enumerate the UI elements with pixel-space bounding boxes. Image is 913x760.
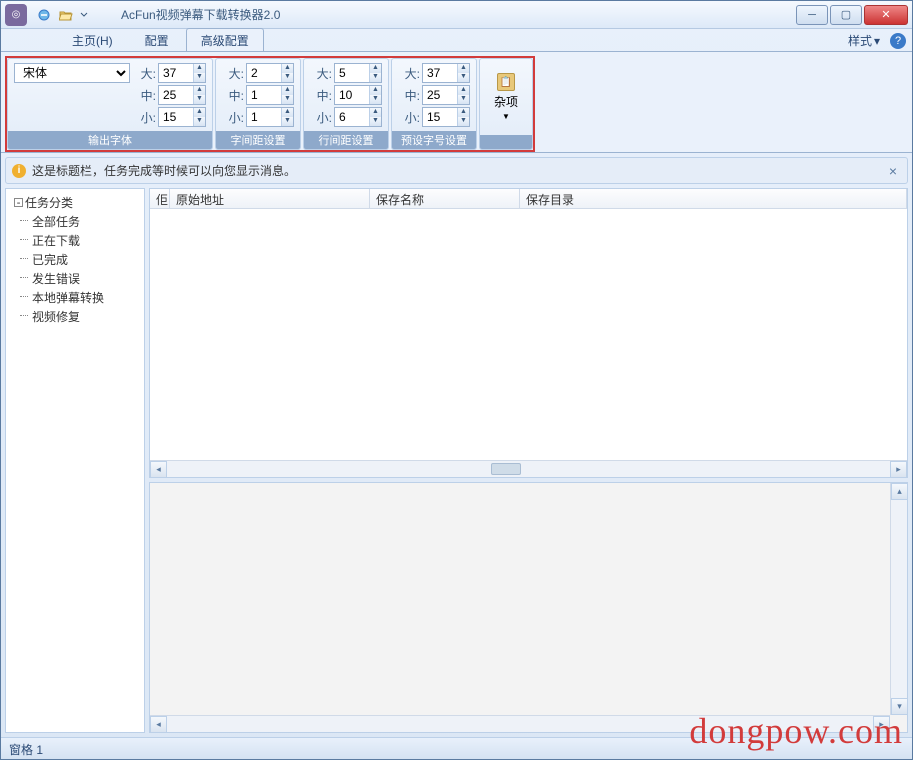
- ribbon-group-charspacing: 大: ▲▼ 中: ▲▼ 小: ▲▼ 字间距设置: [215, 58, 301, 150]
- misc-button[interactable]: 📋 杂项 ▼: [486, 71, 526, 123]
- minimize-button[interactable]: ─: [796, 5, 828, 25]
- tree-item-downloading[interactable]: 正在下载: [32, 231, 140, 250]
- help-icon[interactable]: ?: [890, 33, 906, 49]
- list-body[interactable]: [150, 209, 907, 460]
- ribbon-group-linespacing: 大: ▲▼ 中: ▲▼ 小: ▲▼ 行间距设置: [303, 58, 389, 150]
- qat-minimize-icon[interactable]: [34, 6, 54, 24]
- status-bar: 窗格 1: [1, 737, 912, 759]
- scroll-down-icon[interactable]: ▾: [891, 698, 908, 715]
- scroll-left-icon[interactable]: ◂: [150, 716, 167, 733]
- preset-mid-spinner[interactable]: ▲▼: [422, 85, 470, 105]
- maximize-button[interactable]: ▢: [830, 5, 862, 25]
- font-large-spinner[interactable]: ▲▼: [158, 63, 206, 83]
- main-area: - 任务分类 全部任务 正在下载 已完成 发生错误 本地弹幕转换 视频修复 佢 …: [5, 188, 908, 733]
- tree-item-local[interactable]: 本地弹幕转换: [32, 288, 140, 307]
- charsp-small-spinner[interactable]: ▲▼: [246, 107, 294, 127]
- size-large-label: 大:: [134, 65, 156, 82]
- scroll-thumb[interactable]: [491, 463, 521, 475]
- col-savedir[interactable]: 保存目录: [520, 189, 907, 208]
- tree-item-error[interactable]: 发生错误: [32, 269, 140, 288]
- app-window: ◎ AcFun视频弹幕下载转换器2.0 ─ ▢ ✕ 主页(H) 配置 高级配置 …: [0, 0, 913, 760]
- font-select[interactable]: 宋体: [14, 63, 130, 83]
- size-small-label: 小:: [134, 109, 156, 126]
- v-scrollbar[interactable]: ▴ ▾: [890, 483, 907, 715]
- ribbon: 宋体 大: ▲▼ 中:: [1, 51, 912, 153]
- qat-dropdown-icon[interactable]: [78, 6, 90, 24]
- ribbon-group-font: 宋体 大: ▲▼ 中:: [7, 58, 213, 150]
- tree-item-repair[interactable]: 视频修复: [32, 307, 140, 326]
- status-text: 窗格 1: [9, 743, 43, 757]
- size-mid-label: 中:: [134, 87, 156, 104]
- ribbon-group-preset: 大: ▲▼ 中: ▲▼ 小: ▲▼ 预设字号设置: [391, 58, 477, 150]
- titlebar: ◎ AcFun视频弹幕下载转换器2.0 ─ ▢ ✕: [1, 1, 912, 29]
- annotation-highlight: 宋体 大: ▲▼ 中:: [5, 56, 535, 152]
- qat-open-icon[interactable]: [56, 6, 76, 24]
- col-source[interactable]: 原始地址: [170, 189, 370, 208]
- app-icon: ◎: [5, 4, 27, 26]
- font-small-spinner[interactable]: ▲▼: [158, 107, 206, 127]
- collapse-icon[interactable]: -: [14, 198, 23, 207]
- paste-icon: 📋: [497, 73, 515, 91]
- info-text: 这是标题栏，任务完成等时候可以向您显示消息。: [32, 162, 296, 179]
- tab-home[interactable]: 主页(H): [57, 28, 128, 51]
- window-title: AcFun视频弹幕下载转换器2.0: [91, 6, 794, 23]
- ribbon-tabs: 主页(H) 配置 高级配置 样式 ▾ ?: [1, 29, 912, 51]
- spin-down-icon[interactable]: ▼: [194, 73, 205, 82]
- h-scrollbar-2[interactable]: ◂ ▸: [150, 715, 890, 732]
- task-list: 佢 原始地址 保存名称 保存目录 ◂ ▸: [149, 188, 908, 478]
- charsp-mid-spinner[interactable]: ▲▼: [246, 85, 294, 105]
- col-index[interactable]: 佢: [150, 189, 170, 208]
- chevron-down-icon: ▼: [502, 112, 510, 121]
- right-panels: 佢 原始地址 保存名称 保存目录 ◂ ▸ ▴ ▾ ◂: [149, 188, 908, 733]
- tree-item-done[interactable]: 已完成: [32, 250, 140, 269]
- preset-large-spinner[interactable]: ▲▼: [422, 63, 470, 83]
- list-header: 佢 原始地址 保存名称 保存目录: [150, 189, 907, 209]
- tab-config[interactable]: 配置: [130, 28, 184, 51]
- charsp-large-spinner[interactable]: ▲▼: [246, 63, 294, 83]
- detail-panel: ▴ ▾ ◂ ▸: [149, 482, 908, 733]
- infobar-close-button[interactable]: ×: [885, 163, 901, 179]
- scroll-left-icon[interactable]: ◂: [150, 461, 167, 478]
- tree-root-item[interactable]: - 任务分类: [10, 193, 140, 212]
- scroll-up-icon[interactable]: ▴: [891, 483, 908, 500]
- spin-up-icon[interactable]: ▲: [194, 64, 205, 73]
- linesp-large-spinner[interactable]: ▲▼: [334, 63, 382, 83]
- tab-advanced[interactable]: 高级配置: [186, 28, 264, 51]
- chevron-down-icon: ▾: [874, 34, 880, 48]
- h-scrollbar[interactable]: ◂ ▸: [150, 460, 907, 477]
- ribbon-group-misc: 📋 杂项 ▼: [479, 58, 533, 150]
- scroll-right-icon[interactable]: ▸: [873, 716, 890, 733]
- info-bar: i 这是标题栏，任务完成等时候可以向您显示消息。 ×: [5, 157, 908, 184]
- tree-item-all[interactable]: 全部任务: [32, 212, 140, 231]
- scroll-right-icon[interactable]: ▸: [890, 461, 907, 478]
- col-savename[interactable]: 保存名称: [370, 189, 520, 208]
- task-tree: - 任务分类 全部任务 正在下载 已完成 发生错误 本地弹幕转换 视频修复: [5, 188, 145, 733]
- linesp-small-spinner[interactable]: ▲▼: [334, 107, 382, 127]
- close-button[interactable]: ✕: [864, 5, 908, 25]
- preset-small-spinner[interactable]: ▲▼: [422, 107, 470, 127]
- font-mid-spinner[interactable]: ▲▼: [158, 85, 206, 105]
- info-icon: i: [12, 164, 26, 178]
- linesp-mid-spinner[interactable]: ▲▼: [334, 85, 382, 105]
- style-dropdown[interactable]: 样式 ▾: [842, 30, 886, 51]
